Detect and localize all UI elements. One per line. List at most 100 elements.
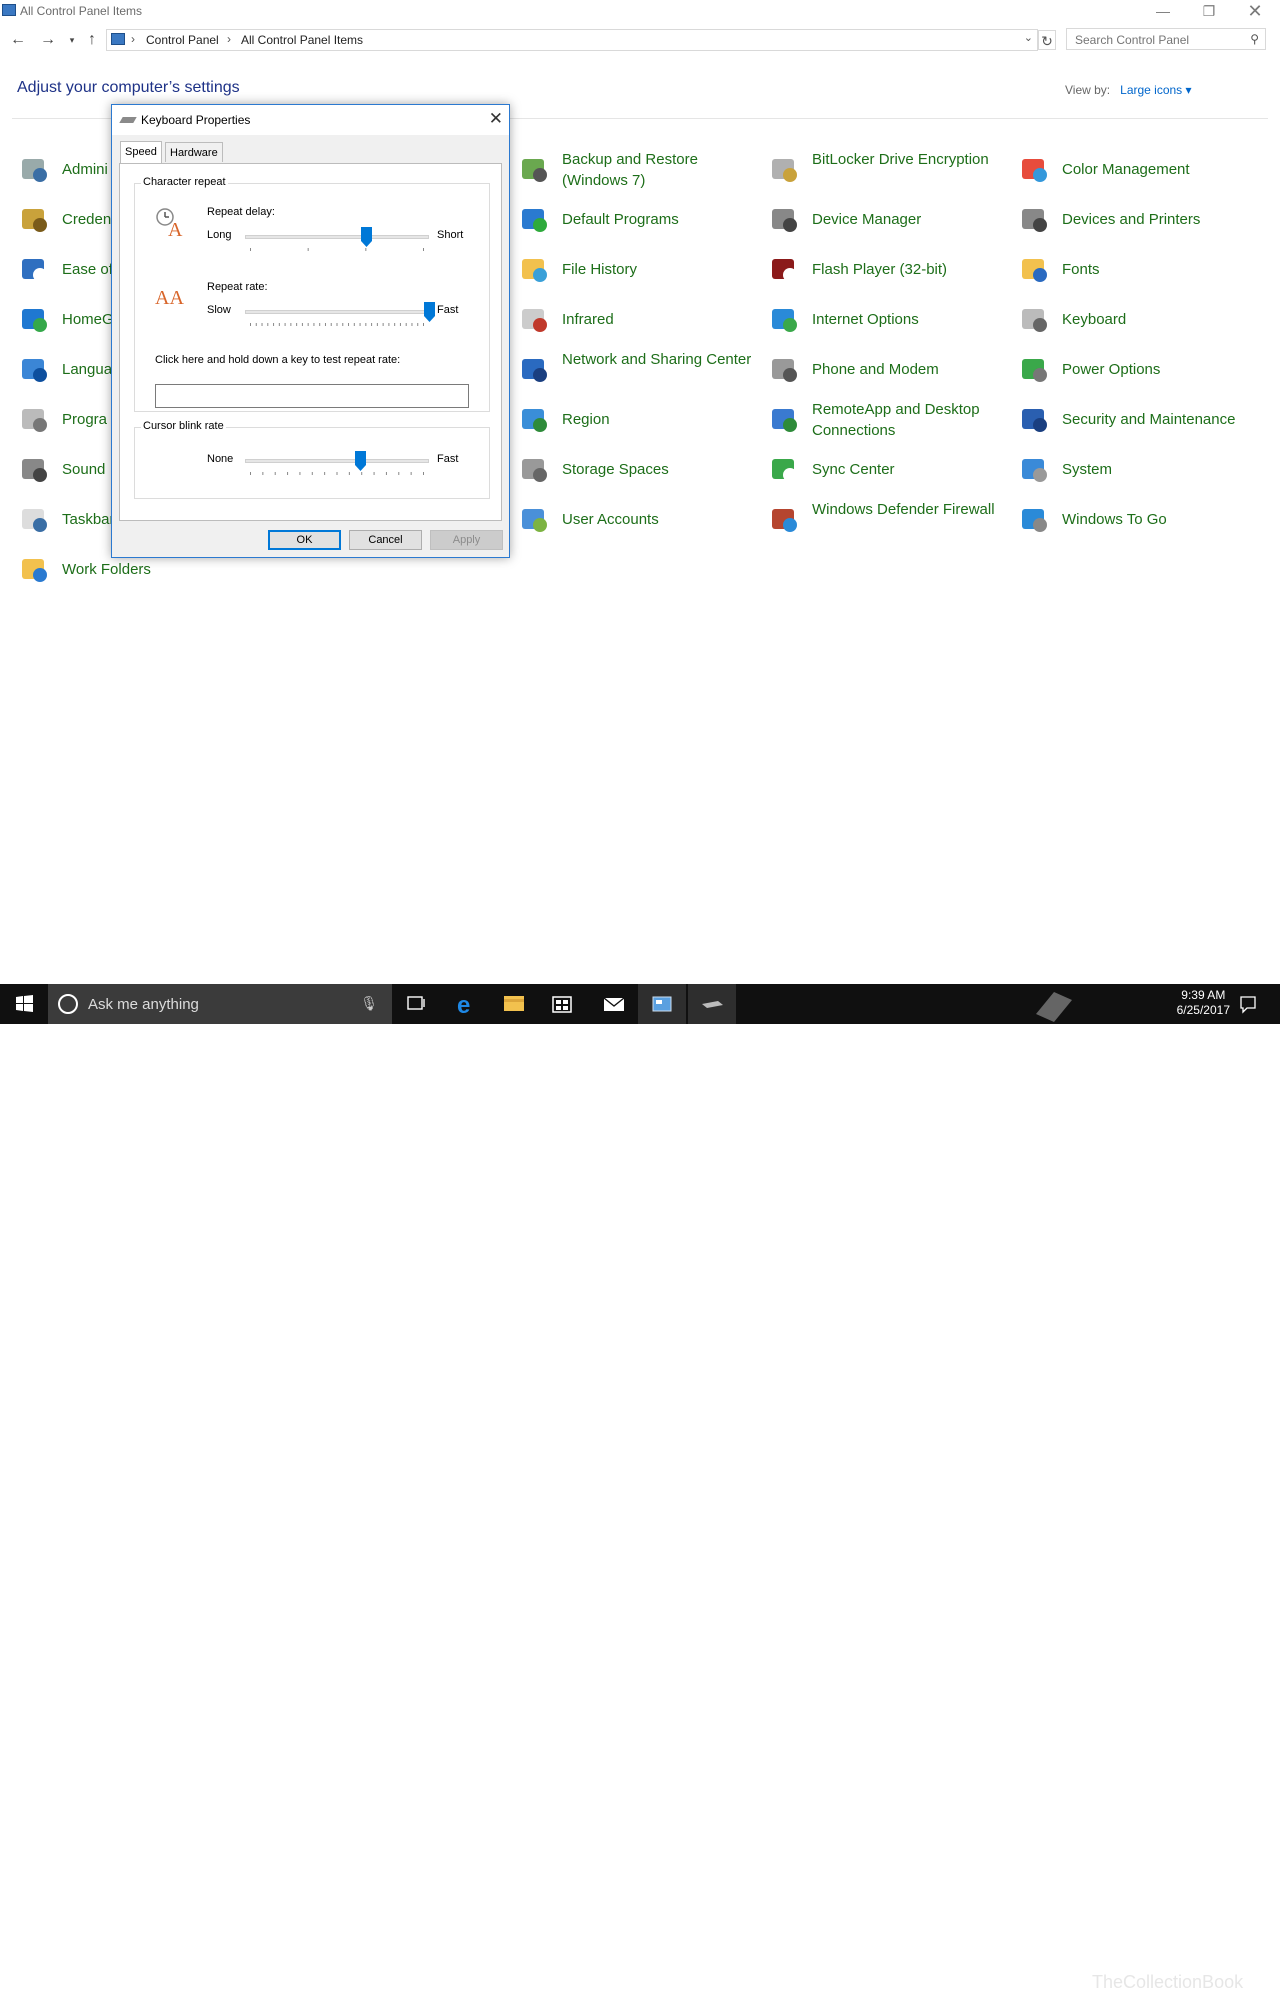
control-panel-item-label: Windows Defender Firewall: [812, 501, 995, 518]
book-icon: [1036, 992, 1072, 1022]
repeat-delay-track: [245, 235, 429, 239]
phone-modem-icon: [772, 359, 797, 382]
dialog-title-bar: Keyboard Properties ✕: [112, 105, 509, 135]
storage-spaces-icon: [522, 459, 547, 482]
firewall-icon: [772, 509, 797, 532]
homegroup-icon: [22, 309, 47, 332]
flash-player-icon: [772, 259, 797, 282]
file-explorer-icon[interactable]: [490, 984, 538, 1024]
backup-restore-icon: [522, 159, 547, 182]
user-accounts-icon: [522, 509, 547, 532]
credential-manager-icon: [22, 209, 47, 232]
restore-button[interactable]: ❐: [1186, 0, 1232, 24]
search-icon: ⚲: [1250, 32, 1259, 46]
address-bar[interactable]: › Control Panel › All Control Panel Item…: [106, 29, 1038, 51]
breadcrumb-all-items[interactable]: All Control Panel Items: [241, 33, 363, 47]
repeat-delay-max: Short: [437, 229, 464, 241]
repeat-rate-min: Slow: [207, 304, 231, 316]
cursor-blink-ticks: [250, 472, 424, 475]
sound-icon: [22, 459, 47, 482]
tab-hardware[interactable]: Hardware: [165, 142, 223, 162]
character-repeat-group: Character repeat A Repeat delay: Long Sh…: [134, 176, 490, 412]
control-panel-item-label: File History: [562, 261, 638, 278]
infrared-icon: [522, 309, 547, 332]
control-panel-icon: [2, 4, 16, 16]
control-panel-item-label: Windows To Go: [1062, 511, 1167, 528]
control-panel-taskbar-icon[interactable]: [638, 984, 686, 1024]
apply-button: Apply: [430, 530, 503, 550]
control-panel-icon: [111, 33, 125, 45]
svg-text:e: e: [457, 992, 470, 1019]
control-panel-item-label: Flash Player (32-bit): [812, 261, 948, 278]
internet-options-icon: [772, 309, 797, 332]
control-panel-item-label: Backup and Restore (Windows 7): [562, 151, 698, 189]
mail-icon[interactable]: [590, 984, 638, 1024]
breadcrumb-control-panel[interactable]: Control Panel: [146, 33, 219, 47]
cursor-blink-slider[interactable]: [355, 451, 367, 471]
security-maintenance-icon: [1022, 409, 1047, 432]
breadcrumb-separator: ›: [131, 32, 135, 46]
ease-of-access-icon: [22, 259, 47, 282]
repeat-rate-slider[interactable]: [423, 302, 435, 322]
view-by-dropdown[interactable]: Large icons ▾: [1120, 83, 1191, 97]
search-input[interactable]: [1073, 32, 1237, 48]
repeat-rate-label: Repeat rate:: [207, 281, 268, 293]
sync-center-icon: [772, 459, 797, 482]
administrative-tools-icon: [22, 159, 47, 182]
language-icon: [22, 359, 47, 382]
repeat-rate-ticks: [250, 323, 424, 326]
watermark-text: TheCollectionBook: [1092, 1972, 1244, 1992]
repeat-delay-label: Repeat delay:: [207, 206, 275, 218]
control-panel-item-label: Network and Sharing Center: [562, 351, 752, 368]
repeat-rate-icon: AA: [155, 287, 184, 308]
test-repeat-input[interactable]: [155, 384, 469, 408]
control-panel-item-label: Keyboard: [1062, 311, 1127, 328]
default-programs-icon: [522, 209, 547, 232]
task-view-icon[interactable]: [392, 984, 440, 1024]
store-icon[interactable]: [538, 984, 586, 1024]
work-folders-icon: [22, 559, 47, 582]
repeat-delay-ticks: [250, 248, 424, 251]
control-panel-item-label: Infrared: [562, 311, 614, 328]
minimize-button[interactable]: —: [1140, 0, 1186, 24]
chevron-down-icon[interactable]: ⌄: [1024, 31, 1033, 44]
view-by-label: View by:: [1065, 83, 1111, 97]
device-manager-icon: [772, 209, 797, 232]
windows-to-go-icon: [1022, 509, 1047, 532]
forward-button[interactable]: →: [38, 30, 58, 50]
cortana-search-text: Ask me anything: [88, 996, 199, 1013]
ok-button[interactable]: OK: [268, 530, 341, 550]
control-panel-item-label: System: [1062, 461, 1113, 478]
view-by: View by: Large icons ▾: [1065, 83, 1192, 97]
cancel-button[interactable]: Cancel: [349, 530, 422, 550]
taskbar-icon: [22, 509, 47, 532]
test-repeat-label: Click here and hold down a key to test r…: [155, 354, 401, 366]
repeat-delay-slider[interactable]: [360, 227, 372, 247]
refresh-button[interactable]: ↻: [1038, 30, 1056, 50]
start-button[interactable]: [0, 984, 48, 1024]
control-panel-item-label: Internet Options: [812, 311, 919, 328]
repeat-delay-icon: A: [156, 208, 183, 238]
search-box[interactable]: ⚲: [1066, 28, 1266, 50]
file-history-icon: [522, 259, 547, 282]
control-panel-item-label: Color Management: [1062, 161, 1190, 178]
dialog-close-button[interactable]: ✕: [489, 109, 503, 129]
control-panel-item-label: Phone and Modem: [812, 361, 939, 378]
up-button[interactable]: ↑: [82, 30, 102, 50]
keyboard-properties-dialog: Keyboard Properties ✕ Speed Hardware Cha…: [111, 104, 510, 558]
clock[interactable]: 9:39 AM 6/25/2017: [1177, 988, 1230, 1018]
remoteapp-icon: [772, 409, 797, 432]
tab-speed[interactable]: Speed: [120, 141, 162, 163]
close-button[interactable]: ✕: [1232, 0, 1278, 24]
notifications-icon[interactable]: [1238, 994, 1258, 1014]
control-panel-item-label: Security and Maintenance: [1062, 411, 1236, 428]
cortana-search[interactable]: Ask me anything 🎙: [48, 984, 392, 1024]
recent-locations-button[interactable]: ▾: [62, 30, 82, 50]
keyboard-taskbar-icon[interactable]: [688, 984, 736, 1024]
repeat-delay-min: Long: [207, 229, 232, 241]
back-button[interactable]: ←: [8, 30, 28, 50]
edge-icon[interactable]: e: [442, 984, 490, 1024]
system-icon: [1022, 459, 1047, 482]
microphone-icon[interactable]: 🎙: [360, 995, 378, 1012]
cursor-blink-track: [245, 459, 429, 463]
